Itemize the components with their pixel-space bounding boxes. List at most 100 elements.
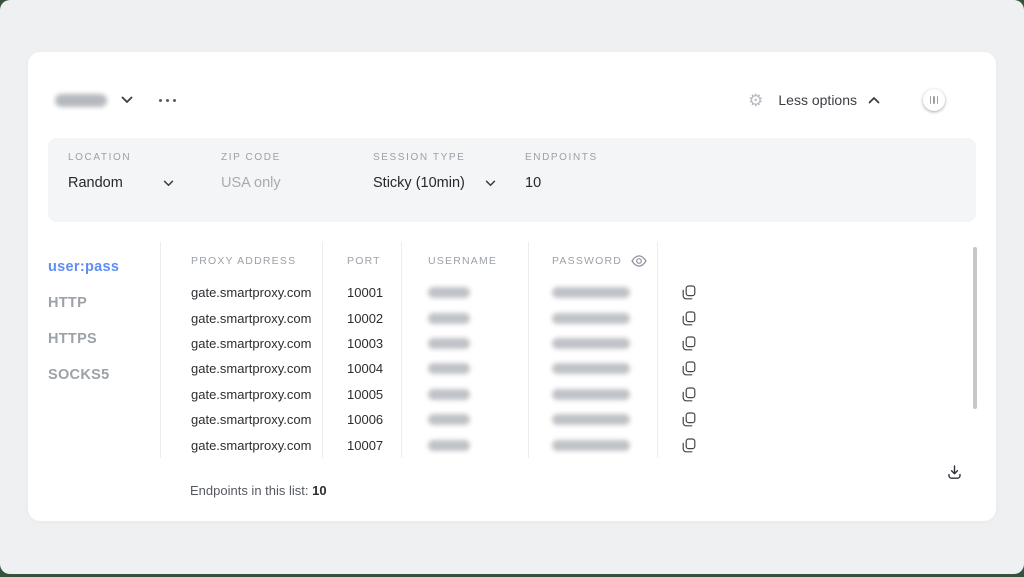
username-cell [402, 280, 529, 305]
redacted-password [552, 363, 630, 374]
chevron-down-icon [163, 180, 174, 187]
username-cell [402, 305, 529, 330]
username-cell [402, 382, 529, 407]
less-options-button[interactable]: Less options [778, 92, 880, 108]
more-menu-icon[interactable] [159, 99, 176, 102]
redacted-password [552, 414, 630, 425]
filter-location: LOCATION Random [68, 152, 174, 191]
proxy-address-cell: gate.smartproxy.com [161, 305, 323, 330]
redacted-username [428, 389, 470, 400]
tab-user-pass[interactable]: user:pass [48, 256, 160, 278]
proxy-address-cell: gate.smartproxy.com [161, 280, 323, 305]
download-list-button[interactable] [946, 464, 963, 480]
tab-socks5[interactable]: SOCKS5 [48, 364, 160, 386]
endpoints-count-label: Endpoints in this list: [190, 483, 309, 498]
less-options-label: Less options [778, 92, 857, 108]
endpoints-table: PROXY ADDRESS PORT USERNAME PASSWORD gat… [160, 242, 701, 458]
copy-icon[interactable] [682, 285, 696, 300]
redacted-password [552, 338, 630, 349]
row-actions-cell [658, 305, 701, 330]
view-toggle[interactable] [924, 90, 968, 110]
row-actions-cell [658, 382, 701, 407]
tab-https[interactable]: HTTPS [48, 328, 160, 350]
port-cell: 10002 [323, 305, 402, 330]
username-cell [402, 356, 529, 381]
proxy-address-cell: gate.smartproxy.com [161, 356, 323, 381]
filter-endpoints-input[interactable]: 10 [525, 175, 598, 191]
copy-icon[interactable] [682, 336, 696, 351]
username-cell [402, 432, 529, 457]
column-header-proxy-address: PROXY ADDRESS [161, 242, 323, 280]
port-cell: 10003 [323, 331, 402, 356]
proxy-address-cell: gate.smartproxy.com [161, 407, 323, 432]
filter-location-select[interactable]: Random [68, 175, 174, 191]
redacted-username [428, 338, 470, 349]
username-cell [402, 407, 529, 432]
column-header-username: USERNAME [402, 242, 529, 280]
row-actions-cell [658, 407, 701, 432]
filter-zip-label: ZIP CODE [221, 152, 281, 163]
page-background: ⚙ Less options LOCATION [0, 0, 1024, 574]
filter-zip: ZIP CODE USA only [221, 152, 281, 191]
redacted-username [428, 363, 470, 374]
port-cell: 10006 [323, 407, 402, 432]
filter-session-type: SESSION TYPE Sticky (10min) [373, 152, 496, 191]
password-cell [529, 382, 658, 407]
header-actions: ⚙ Less options [748, 90, 968, 110]
copy-icon[interactable] [682, 361, 696, 376]
eye-icon[interactable] [631, 255, 647, 267]
chevron-up-icon [868, 96, 880, 104]
copy-icon[interactable] [682, 387, 696, 402]
filter-endpoints: ENDPOINTS 10 [525, 152, 598, 191]
list-selector-group [55, 94, 176, 107]
port-cell: 10001 [323, 280, 402, 305]
filter-location-label: LOCATION [68, 152, 174, 163]
proxy-list-card: ⚙ Less options LOCATION [28, 52, 996, 521]
endpoints-count-value: 10 [312, 483, 326, 498]
filter-session-type-select[interactable]: Sticky (10min) [373, 175, 496, 191]
filter-session-type-value: Sticky (10min) [373, 175, 465, 191]
row-actions-cell [658, 432, 701, 457]
column-header-password-label: PASSWORD [552, 255, 622, 267]
row-actions-cell [658, 356, 701, 381]
table-scrollbar[interactable] [973, 247, 977, 409]
port-cell: 10005 [323, 382, 402, 407]
proxy-address-cell: gate.smartproxy.com [161, 382, 323, 407]
username-cell [402, 331, 529, 356]
card-header: ⚙ Less options [55, 80, 968, 120]
filter-location-value: Random [68, 175, 123, 191]
column-header-password: PASSWORD [529, 242, 658, 280]
filter-endpoints-value: 10 [525, 175, 541, 191]
filter-zip-input[interactable]: USA only [221, 175, 281, 191]
redacted-username [428, 440, 470, 451]
column-header-port: PORT [323, 242, 402, 280]
endpoints-count-summary: Endpoints in this list: 10 [190, 483, 327, 498]
port-cell: 10004 [323, 356, 402, 381]
column-header-actions [658, 242, 701, 280]
proxy-address-cell: gate.smartproxy.com [161, 331, 323, 356]
redacted-username [428, 414, 470, 425]
tab-http[interactable]: HTTP [48, 292, 160, 314]
copy-icon[interactable] [682, 438, 696, 453]
password-cell [529, 331, 658, 356]
row-actions-cell [658, 331, 701, 356]
chevron-down-icon[interactable] [121, 96, 133, 104]
password-cell [529, 407, 658, 432]
password-cell [529, 280, 658, 305]
redacted-password [552, 440, 630, 451]
copy-icon[interactable] [682, 311, 696, 326]
copy-icon[interactable] [682, 412, 696, 427]
filter-panel: LOCATION Random ZIP CODE USA only S [48, 138, 976, 222]
redacted-password [552, 389, 630, 400]
chevron-down-icon [485, 180, 496, 187]
filter-endpoints-label: ENDPOINTS [525, 152, 598, 163]
redacted-username [428, 313, 470, 324]
gear-icon[interactable]: ⚙ [748, 92, 763, 109]
filter-session-type-label: SESSION TYPE [373, 152, 496, 163]
redacted-list-name[interactable] [55, 94, 107, 107]
password-cell [529, 305, 658, 330]
screenshot-root: ⚙ Less options LOCATION [0, 0, 1024, 577]
password-cell [529, 356, 658, 381]
row-actions-cell [658, 280, 701, 305]
redacted-password [552, 287, 630, 298]
